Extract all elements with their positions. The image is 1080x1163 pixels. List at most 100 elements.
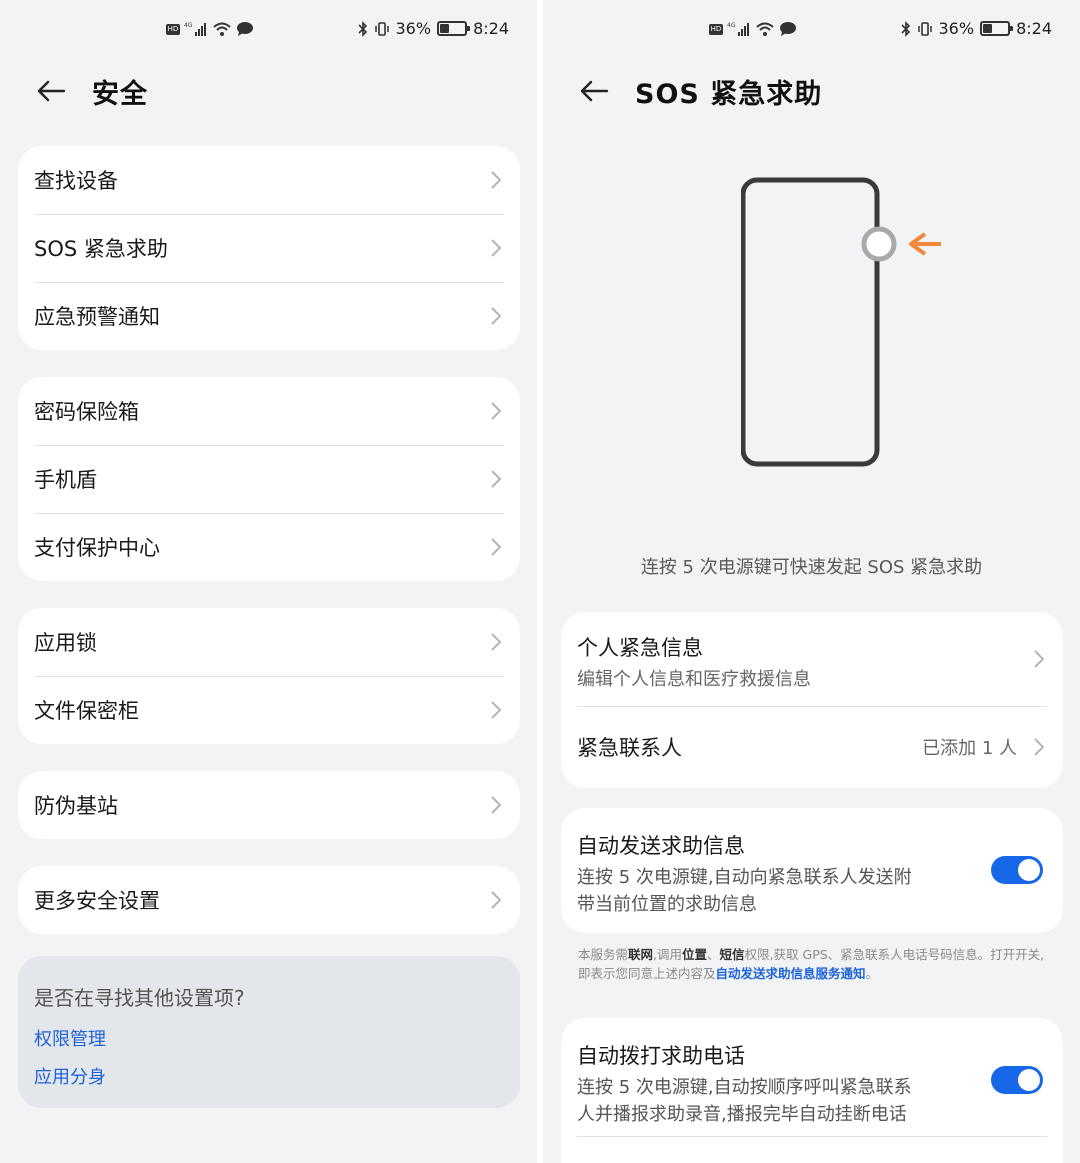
back-arrow-icon [580,80,609,102]
power-key-indicator [861,226,897,262]
chevron-right-icon [491,701,502,719]
clock: 8:24 [1016,19,1052,38]
message-icon [236,21,254,37]
wifi-icon [755,21,775,37]
app-lock-item[interactable]: 应用锁 [18,608,520,676]
instruction-caption: 连按 5 次电源键可快速发起 SOS 紧急求助 [640,557,983,578]
status-bar: HD 4G 36% 8:24 [543,18,1080,44]
item-label: SOS 紧急求助 [34,237,168,261]
item-subtitle: 编辑个人信息和医疗救援信息 [577,669,811,690]
signal-icon: 4G [184,21,208,37]
file-safe-item[interactable]: 文件保密柜 [18,676,520,744]
back-button[interactable] [34,74,68,108]
page-title: 安全 [92,78,148,110]
hd-voice-icon: HD [166,23,180,35]
settings-group-base-station: 防伪基站 [18,771,520,839]
item-title: 个人紧急信息 [577,636,703,660]
signal-icon: 4G [727,21,751,37]
notice-text: 本服务需 [578,947,629,962]
item-label: 应急预警通知 [34,305,160,329]
personal-info-card: 个人紧急信息 编辑个人信息和医疗救援信息 紧急联系人 已添加 1 人 [561,612,1063,788]
settings-group-locks: 应用锁 文件保密柜 [18,608,520,744]
battery-icon [437,21,471,36]
notice-text: 。 [865,966,879,981]
chevron-right-icon [491,891,502,909]
service-notice: 本服务需联网,调用位置、短信权限,获取 GPS、紧急联系人电话号码信息。打开开关… [578,945,1048,983]
chevron-right-icon [491,796,502,814]
notice-text: ,调用 [653,947,683,962]
sos-emergency-item[interactable]: SOS 紧急求助 [18,214,520,282]
toggle-knob [1018,859,1040,881]
chevron-right-icon [491,633,502,651]
item-description-2: 带当前位置的求助信息 [577,894,757,915]
back-arrow-icon [37,80,66,102]
auto-call-toggle[interactable] [991,1066,1043,1094]
page-title: SOS 紧急求助 [635,78,823,110]
item-title: 自动拨打求助电话 [577,1044,745,1068]
header: SOS 紧急求助 [577,68,822,114]
personal-emergency-info-item[interactable]: 个人紧急信息 编辑个人信息和医疗救援信息 [561,612,1063,706]
svg-text:4G: 4G [727,22,736,29]
divider [577,1136,1047,1137]
battery-percent: 36% [938,19,975,38]
item-label: 应用锁 [34,631,97,655]
message-icon [779,21,797,37]
settings-group-privacy: 密码保险箱 手机盾 支付保护中心 [18,377,520,581]
item-label: 密码保险箱 [34,400,139,424]
header: 安全 [34,68,148,114]
item-label: 查找设备 [34,169,118,193]
notice-network: 联网 [628,947,654,962]
svg-text:4G: 4G [184,22,193,29]
settings-group-more: 更多安全设置 [18,866,520,934]
battery-icon [980,21,1014,36]
app-twin-link[interactable]: 应用分身 [34,1063,504,1089]
press-arrow-icon [909,232,941,256]
battery-percent: 36% [395,19,432,38]
suggestion-title: 是否在寻找其他设置项? [34,986,245,1010]
bluetooth-icon [357,20,368,37]
phone-outline [741,177,880,467]
find-device-item[interactable]: 查找设备 [18,146,520,214]
wifi-icon [212,21,232,37]
emergency-alert-item[interactable]: 应急预警通知 [18,282,520,350]
permission-management-link[interactable]: 权限管理 [34,1025,504,1051]
emergency-contacts-item[interactable]: 紧急联系人 已添加 1 人 [561,706,1063,788]
chevron-right-icon [491,239,502,257]
security-settings-screen: HD 4G 36% 8:24 安全 查找设备 SOS 紧急求助 应急预警通知 密… [0,0,537,1163]
service-notice-link[interactable]: 自动发送求助信息服务通知 [716,966,866,981]
vibrate-icon [917,21,933,37]
item-label: 文件保密柜 [34,699,139,723]
item-description-1: 连按 5 次电源键,自动向紧急联系人发送附 [577,867,912,888]
notice-location: 位置 [682,947,708,962]
chevron-right-icon [1034,650,1045,668]
auto-send-message-toggle[interactable] [991,856,1043,884]
more-security-settings-item[interactable]: 更多安全设置 [18,866,520,934]
phone-shield-item[interactable]: 手机盾 [18,445,520,513]
chevron-right-icon [1034,738,1045,756]
chevron-right-icon [491,402,502,420]
clock: 8:24 [473,19,509,38]
auto-send-message-card: 自动发送求助信息 连按 5 次电源键,自动向紧急联系人发送附 带当前位置的求助信… [561,808,1063,933]
fake-base-station-item[interactable]: 防伪基站 [18,771,520,839]
item-description-1: 连按 5 次电源键,自动按顺序呼叫紧急联系 [577,1077,912,1098]
battery-level [440,24,450,33]
password-vault-item[interactable]: 密码保险箱 [18,377,520,445]
back-button[interactable] [577,74,611,108]
toggle-knob [1018,1069,1040,1091]
bluetooth-icon [900,20,911,37]
contacts-count: 已添加 1 人 [922,738,1017,759]
notice-text: 、 [707,947,720,962]
item-label: 手机盾 [34,468,97,492]
item-label: 防伪基站 [34,794,118,818]
chevron-right-icon [491,538,502,556]
battery-level [983,24,993,33]
item-description-2: 人并播报求助录音,播报完毕自动挂断电话 [577,1104,907,1125]
chevron-right-icon [491,307,502,325]
chevron-right-icon [491,470,502,488]
status-bar: HD 4G 36% 8:24 [0,18,537,44]
settings-group-device: 查找设备 SOS 紧急求助 应急预警通知 [18,146,520,350]
payment-protection-item[interactable]: 支付保护中心 [18,513,520,581]
chevron-right-icon [491,171,502,189]
sos-emergency-screen: HD 4G 36% 8:24 SOS 紧急求助 连按 5 次电源键可快速发起 S… [543,0,1080,1163]
notice-sms: 短信 [719,947,745,962]
